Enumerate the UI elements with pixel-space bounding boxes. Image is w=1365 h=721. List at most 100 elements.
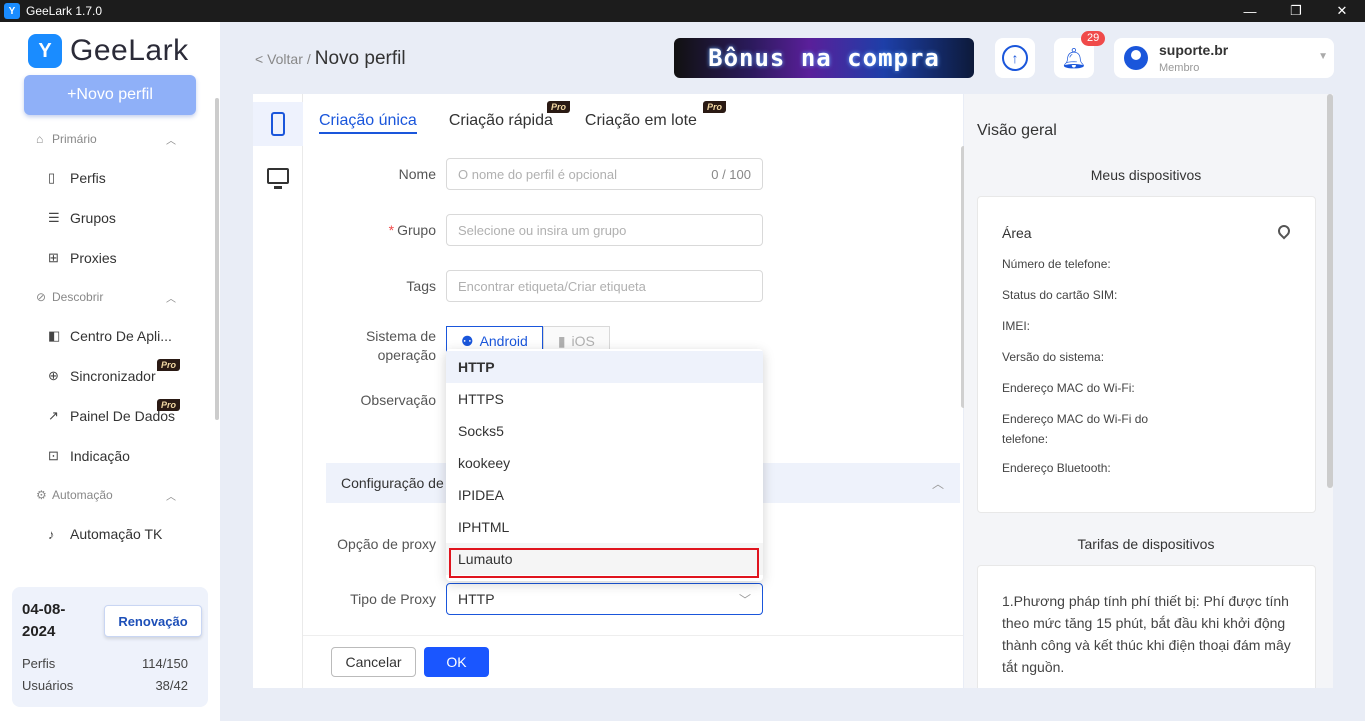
os-label-line-2: operação [377,347,436,363]
tab-batch-creation[interactable]: Criação em lote [585,112,697,134]
my-devices-title: Meus dispositivos [1090,167,1202,183]
sidebar-item-label: Perfis [70,170,106,186]
minimize-button[interactable]: — [1227,0,1273,22]
sidebar-item-label: Indicação [70,448,130,464]
device-rates-card: 1.Phương pháp tính phí thiết bị: Phí đượ… [977,565,1316,688]
phone-wifi-mac-field: Endereço MAC do Wi-Fi do telefone: [1002,412,1149,446]
group-placeholder: Selecione ou insira um grupo [458,222,627,238]
creation-mode-tabs: Criação única Criação rápida Criação em … [319,112,729,134]
device-rates-title: Tarifas de dispositivos [1077,536,1215,552]
plan-users-value: 38/42 [155,678,188,693]
cancel-button[interactable]: Cancelar [331,647,416,677]
phone-number-field: Número de telefone: [1002,257,1111,271]
plan-info-box: 04-08-2024 Renovação Perfis 114/150 Usuá… [12,587,208,707]
sidebar-item-label: Centro De Apli... [70,328,172,344]
geelark-logo-icon: Y [28,34,62,68]
nav-section-label: Automação [52,488,113,502]
plan-expiry-date: 04-08-2024 [22,601,66,640]
sidebar-item-profiles[interactable]: ▯ Perfis [48,170,198,186]
pro-badge: Pro [703,101,727,113]
tab-cloud-phone[interactable] [253,102,303,146]
renew-button[interactable]: Renovação [104,605,202,637]
sidebar-item-label: Sincronizador [70,368,156,384]
tab-single-creation[interactable]: Criação única [319,112,417,134]
dropdown-option-kookeey[interactable]: kookeey [446,447,763,479]
proxy-type-label: Tipo de Proxy [350,591,436,607]
nav-section-primary[interactable]: ⌂ Primário ︿ [36,132,186,147]
breadcrumb: < Voltar / Novo perfil [255,48,406,70]
profiles-icon: ▯ [48,170,56,185]
user-menu[interactable]: suporte.br Membro ▼ [1114,38,1334,78]
sidebar-item-automation-tk[interactable]: ♪ Automação TK [48,526,198,542]
tags-input[interactable]: Encontrar etiqueta/Criar etiqueta [446,270,763,302]
user-name: suporte.br [1159,42,1229,58]
name-char-counter: 0 / 100 [711,166,751,182]
device-rates-text: 1.Phương pháp tính phí thiết bị: Phí đượ… [1002,593,1291,675]
sidebar-item-label: Grupos [70,210,116,226]
dropdown-option-iphtml[interactable]: IPHTML [446,511,763,543]
chart-icon: ↗ [48,408,59,423]
promo-banner[interactable]: Bônus na compra [674,38,974,78]
maximize-button[interactable]: ❐ [1273,0,1319,22]
nav-section-discover[interactable]: ⊘ Descobrir ︿ [36,290,186,305]
tags-placeholder: Encontrar etiqueta/Criar etiqueta [458,278,646,294]
plan-users-row: Usuários 38/42 [22,678,188,693]
proxy-section-title: Configuração de [341,475,444,491]
back-link[interactable]: < Voltar [255,51,303,67]
chevron-up-icon: ︿ [166,293,176,305]
dropdown-option-http[interactable]: HTTP [446,351,763,383]
sidebar-item-label: Automação TK [70,526,163,542]
plan-users-label: Usuários [22,678,74,693]
dropdown-option-https[interactable]: HTTPS [446,383,763,415]
geelark-app-icon: Y [4,3,20,19]
list-icon: ☰ [48,210,60,225]
dropdown-option-socks5[interactable]: Socks5 [446,415,763,447]
nav-section-automation[interactable]: ⚙ Automação ︿ [36,488,186,503]
geelark-logo: Y GeeLark [28,34,189,68]
sidebar-item-proxies[interactable]: ⊞ Proxies [48,250,198,266]
proxy-type-dropdown: HTTP HTTPS Socks5 kookeey IPIDEA IPHTML … [446,349,763,581]
device-type-tabs [253,94,303,688]
group-label: * Grupo [388,222,436,238]
close-window-button[interactable]: ✕ [1319,0,1365,22]
footer-divider [303,635,963,636]
chevron-up-icon: ︿ [166,135,176,147]
chevron-down-icon: ﹀ [738,592,751,607]
note-label: Observação [360,392,436,408]
logo-text: GeeLark [70,34,189,67]
profile-name-input[interactable]: O nome do perfil é opcional 0 / 100 [446,158,763,190]
proxy-type-select[interactable]: HTTP ﹀ [446,583,763,615]
chevron-up-icon: ︿ [166,491,176,503]
tab-desktop[interactable] [253,154,303,198]
sidebar-item-label: Proxies [70,250,117,266]
device-info-card: Área Número de telefone: Status do cartã… [977,196,1316,513]
home-icon: ⌂ [36,132,44,146]
sidebar-item-referral[interactable]: ⊡ Indicação [48,448,198,464]
plan-profiles-value: 114/150 [141,656,188,671]
compass-icon: ⊘ [36,290,47,304]
upload-button[interactable]: ↑ [995,38,1035,78]
chevron-up-icon: ︿ [931,476,944,491]
sidebar-item-groups[interactable]: ☰ Grupos [48,210,198,226]
ok-button[interactable]: OK [424,647,489,677]
sim-status-field: Status do cartão SIM: [1002,288,1118,302]
location-pin-icon[interactable] [1275,222,1293,240]
tab-quick-creation[interactable]: Criação rápida [449,112,553,134]
dropdown-option-ipidea[interactable]: IPIDEA [446,479,763,511]
avatar [1124,46,1148,70]
sidebar-scrollbar[interactable] [215,98,219,420]
name-placeholder: O nome do perfil é opcional [458,166,617,182]
sidebar: Y GeeLark +Novo perfil ⌂ Primário ︿ ▯ Pe… [0,22,220,721]
os-label-line-1: Sistema de [365,328,436,344]
tiktok-icon: ♪ [48,526,55,542]
gift-icon: ⊡ [48,448,59,463]
tags-label: Tags [406,278,436,294]
phone-icon [271,112,285,136]
group-select[interactable]: Selecione ou insira um grupo [446,214,763,246]
pro-badge: Pro [157,359,181,371]
new-profile-button[interactable]: +Novo perfil [24,75,196,115]
overview-scrollbar[interactable] [1327,94,1333,488]
sync-icon: ⊕ [48,368,59,383]
app-center-icon: ◧ [48,328,61,343]
sidebar-item-app-center[interactable]: ◧ Centro De Apli... [48,328,198,344]
